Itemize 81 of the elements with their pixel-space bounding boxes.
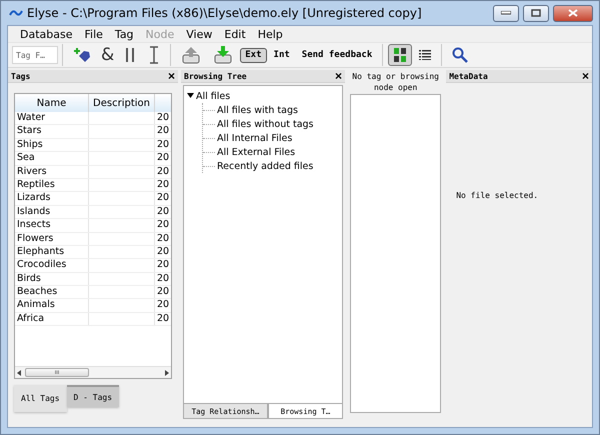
status-message: No file selected. [456,191,538,200]
table-cell: 20 [155,192,171,205]
table-cell: 20 [155,166,171,178]
tag-icon [73,46,91,64]
close-button[interactable]: × [334,70,342,82]
table-cell: Water [15,112,89,124]
int-button[interactable]: Int [268,48,295,62]
panel-title: Tags [11,72,30,80]
table-cell: 20 [155,178,171,192]
list-view-icon [419,50,432,60]
grid-view-icon [393,47,408,63]
tree-item[interactable]: All files without tags [217,118,314,130]
table-cell: 20 [155,312,171,326]
table-cell: 20 [155,232,171,245]
table-cell: Africa [15,312,89,326]
table-cell: Stars [15,125,89,138]
table-cell: 20 [155,219,171,232]
collapse-arrow-icon[interactable] [186,92,194,98]
and-button[interactable]: & [97,44,118,66]
close-button[interactable] [553,4,593,22]
panel-title: Browsing Tree [184,72,247,80]
table-cell: Beaches [15,286,89,298]
tab[interactable]: All Tags [14,385,67,412]
table-cell: 20 [155,272,171,286]
tree-item[interactable]: All files [196,90,230,102]
text-cursor-icon [149,46,160,64]
export-icon [181,45,202,65]
minimize-icon [501,11,511,15]
tab[interactable]: D - Tags [66,385,120,407]
close-button[interactable]: × [168,70,175,82]
table-cell: 20 [155,206,171,218]
table-cell: 20 [155,138,171,152]
scroll-right-icon[interactable] [165,370,169,376]
tree-item[interactable]: Recently added files [217,160,314,172]
table-cell: Insects [15,219,89,232]
ext-button[interactable]: Ext [240,48,267,62]
table-cell: 20 [155,246,171,258]
table-cell: 20 [155,152,171,165]
menu-item[interactable]: Database [14,28,78,40]
maximize-button[interactable] [523,4,549,22]
table-cell: 20 [155,259,171,272]
menu-item[interactable]: File [78,28,109,40]
table-cell: 20 [155,286,171,298]
menu-item[interactable]: Edit [218,28,252,40]
table-cell: 20 [155,112,171,124]
column-header[interactable]: Name [15,94,89,112]
table-cell: Flowers [15,232,89,245]
parallel-bars-icon [125,47,136,63]
table-cell: Rivers [15,166,89,178]
view-toggle-button[interactable] [388,44,412,66]
table-cell: Islands [15,206,89,218]
menu-item[interactable]: Tag [108,28,140,40]
table-cell: Crocodiles [15,259,89,272]
table-cell: Elephants [15,246,89,258]
search-icon [452,47,468,63]
window-title: Elyse - C:\Program Files (x86)\Elyse\demo.ely [Unregistered copy] [27,6,423,20]
table-cell: 20 [155,125,171,138]
tree-item[interactable]: All files with tags [217,104,298,116]
send-feedback-button[interactable]: Send feedback [296,44,378,66]
tag-filter-field[interactable]: Tag F… [12,46,58,64]
scroll-left-icon[interactable] [17,370,21,376]
panel-title: MetaData [449,72,488,80]
menu-item[interactable]: View [180,28,218,40]
import-icon [213,45,234,65]
menu-item[interactable]: Help [252,28,289,40]
column-header[interactable]: Description [89,94,155,112]
table-cell: Animals [15,299,89,312]
table-cell: Reptiles [15,178,89,192]
table-cell: Ships [15,138,89,152]
minimize-button[interactable] [493,4,519,22]
tree-item[interactable]: All Internal Files [217,132,292,144]
maximize-icon [531,9,541,17]
tree-item[interactable]: All External Files [217,146,296,158]
close-icon [568,9,578,17]
table-cell: 20 [155,299,171,312]
app-logo-icon [9,9,23,17]
status-message: No tag or browsing node open [351,71,440,94]
table-cell: Lizards [15,192,89,205]
table-cell: Sea [15,152,89,165]
table-cell: Birds [15,272,89,286]
close-button[interactable]: × [582,70,589,82]
